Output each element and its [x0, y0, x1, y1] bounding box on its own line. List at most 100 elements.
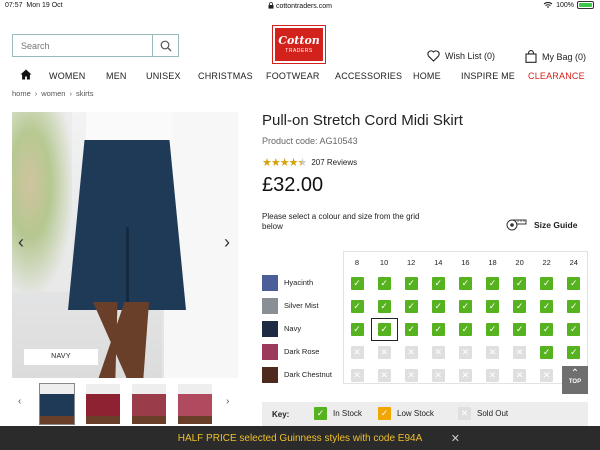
size-cell-in-stock[interactable]: ✓ — [513, 323, 527, 336]
thumbnail-2[interactable] — [86, 384, 120, 424]
colour-swatch[interactable] — [262, 298, 278, 314]
size-cell-sold-out: ✕ — [513, 346, 527, 359]
size-cell-in-stock[interactable]: ✓ — [567, 346, 581, 359]
logo-text: Cotton — [278, 34, 320, 47]
size-cell-in-stock[interactable]: ✓ — [377, 300, 391, 313]
nav-clearance[interactable]: CLEARANCE — [528, 71, 585, 81]
wishlist-label: Wish List (0) — [445, 51, 496, 61]
size-cell-in-stock[interactable]: ✓ — [540, 300, 554, 313]
nav-men[interactable]: MEN — [106, 71, 127, 81]
colour-swatch[interactable] — [262, 367, 278, 383]
size-cell-sold-out: ✕ — [458, 369, 472, 382]
size-header: 14 — [434, 258, 443, 267]
colour-row[interactable]: Dark Chestnut — [262, 364, 342, 384]
size-cell-in-stock[interactable]: ✓ — [513, 300, 527, 313]
selection-instruction: Please select a colour and size from the… — [262, 212, 420, 231]
size-cell-in-stock[interactable]: ✓ — [486, 323, 499, 336]
battery-icon — [577, 1, 594, 9]
size-cell-in-stock[interactable]: ✓ — [513, 277, 527, 290]
logo-subtext: TRADERS — [285, 48, 313, 54]
colour-row[interactable]: Dark Rose — [262, 341, 342, 361]
size-cell-in-stock[interactable]: ✓ — [404, 300, 418, 313]
size-cell-in-stock[interactable]: ✓ — [431, 323, 445, 336]
colour-name: Silver Mist — [284, 301, 319, 310]
colour-swatch[interactable] — [262, 275, 278, 291]
size-cell-in-stock[interactable]: ✓ — [458, 300, 472, 313]
size-guide-link[interactable]: Size Guide — [506, 219, 577, 231]
size-cell-in-stock[interactable]: ✓ — [486, 277, 499, 290]
size-cell-in-stock[interactable]: ✓ — [567, 300, 581, 313]
search-input[interactable] — [13, 35, 152, 56]
chevron-right-icon: › — [34, 89, 38, 98]
selected-size-indicator — [371, 318, 399, 341]
image-next-button[interactable]: › — [224, 232, 230, 253]
size-cell-sold-out: ✕ — [486, 346, 499, 359]
size-cell-in-stock[interactable]: ✓ — [567, 323, 581, 336]
size-cell-in-stock[interactable]: ✓ — [458, 277, 472, 290]
size-cell-in-stock[interactable]: ✓ — [540, 277, 554, 290]
wishlist-link[interactable]: Wish List (0) — [427, 50, 495, 62]
size-cell-in-stock[interactable]: ✓ — [404, 277, 418, 290]
main-nav: WOMEN MEN UNISEX CHRISTMAS FOOTWEAR ACCE… — [0, 66, 600, 86]
review-count[interactable]: 207 Reviews — [311, 158, 357, 167]
scroll-to-top-button[interactable]: ⌃ TOP — [562, 366, 588, 394]
size-header: 18 — [488, 258, 497, 267]
breadcrumb-women[interactable]: women — [41, 89, 65, 98]
size-cell-in-stock[interactable]: ✓ — [350, 277, 364, 290]
nav-christmas[interactable]: CHRISTMAS — [198, 71, 253, 81]
close-icon[interactable]: ✕ — [451, 432, 460, 445]
size-cell-in-stock[interactable]: ✓ — [486, 300, 499, 313]
colour-row[interactable]: Silver Mist — [262, 295, 342, 315]
bag-link[interactable]: My Bag (0) — [525, 50, 586, 63]
size-cell-in-stock[interactable]: ✓ — [540, 323, 554, 336]
size-cell-sold-out: ✕ — [431, 346, 445, 359]
colour-row[interactable]: Navy — [262, 318, 342, 338]
breadcrumb-home[interactable]: home — [12, 89, 31, 98]
size-header: 24 — [569, 258, 578, 267]
size-cell-in-stock[interactable]: ✓ — [458, 323, 472, 336]
nav-unisex[interactable]: UNISEX — [146, 71, 181, 81]
star-rating-icon: ★★★★★ — [262, 157, 307, 169]
bag-icon — [525, 50, 537, 63]
search-button[interactable] — [152, 35, 178, 56]
size-cell-in-stock[interactable]: ✓ — [377, 277, 391, 290]
size-guide-label: Size Guide — [534, 220, 578, 230]
size-cell-in-stock[interactable]: ✓ — [567, 277, 581, 290]
thumbnail-1[interactable] — [39, 383, 75, 425]
colour-name: Dark Chestnut — [284, 370, 332, 379]
product-rating[interactable]: ★★★★★ 207 Reviews — [262, 156, 357, 169]
colour-row[interactable]: Hyacinth — [262, 272, 342, 292]
size-cell-in-stock[interactable]: ✓ — [540, 346, 554, 359]
size-cell-in-stock[interactable]: ✓ — [350, 300, 364, 313]
thumb-prev-icon[interactable]: ‹ — [18, 396, 21, 407]
site-header: Cotton TRADERS Wish List (0) My Bag (0) — [0, 12, 600, 64]
nav-women[interactable]: WOMEN — [49, 71, 86, 81]
nav-home[interactable]: HOME — [413, 71, 441, 81]
thumb-next-icon[interactable]: › — [226, 396, 229, 407]
size-header: 10 — [379, 258, 389, 267]
promo-text: HALF PRICE selected Guinness styles with… — [177, 432, 423, 444]
size-cell-in-stock[interactable]: ✓ — [350, 323, 364, 336]
status-bar: 07:57 Mon 19 Oct cottontraders.com 100% — [0, 0, 600, 12]
chevron-up-icon: ⌃ — [570, 368, 580, 379]
url-bar[interactable]: cottontraders.com — [0, 2, 600, 10]
product-image[interactable]: ‹ › — [12, 112, 238, 378]
colour-swatch[interactable] — [262, 321, 278, 337]
promo-banner[interactable]: HALF PRICE selected Guinness styles with… — [0, 426, 600, 450]
battery-percent: 100% — [556, 1, 574, 9]
site-logo[interactable]: Cotton TRADERS — [273, 26, 325, 63]
breadcrumb-skirts[interactable]: skirts — [76, 89, 94, 98]
nav-inspire-me[interactable]: INSPIRE ME — [461, 71, 515, 81]
product-price: £32.00 — [262, 174, 324, 196]
nav-accessories[interactable]: ACCESSORIES — [335, 71, 402, 81]
nav-footwear[interactable]: FOOTWEAR — [266, 71, 320, 81]
size-cell-in-stock[interactable]: ✓ — [431, 277, 445, 290]
thumbnail-3[interactable] — [132, 384, 166, 424]
size-cell-in-stock[interactable]: ✓ — [404, 323, 418, 336]
home-icon[interactable] — [20, 69, 32, 80]
image-prev-button[interactable]: ‹ — [18, 232, 24, 253]
size-cell-in-stock[interactable]: ✓ — [431, 300, 445, 313]
wifi-icon — [543, 2, 553, 8]
colour-swatch[interactable] — [262, 344, 278, 360]
thumbnail-4[interactable] — [178, 384, 212, 424]
